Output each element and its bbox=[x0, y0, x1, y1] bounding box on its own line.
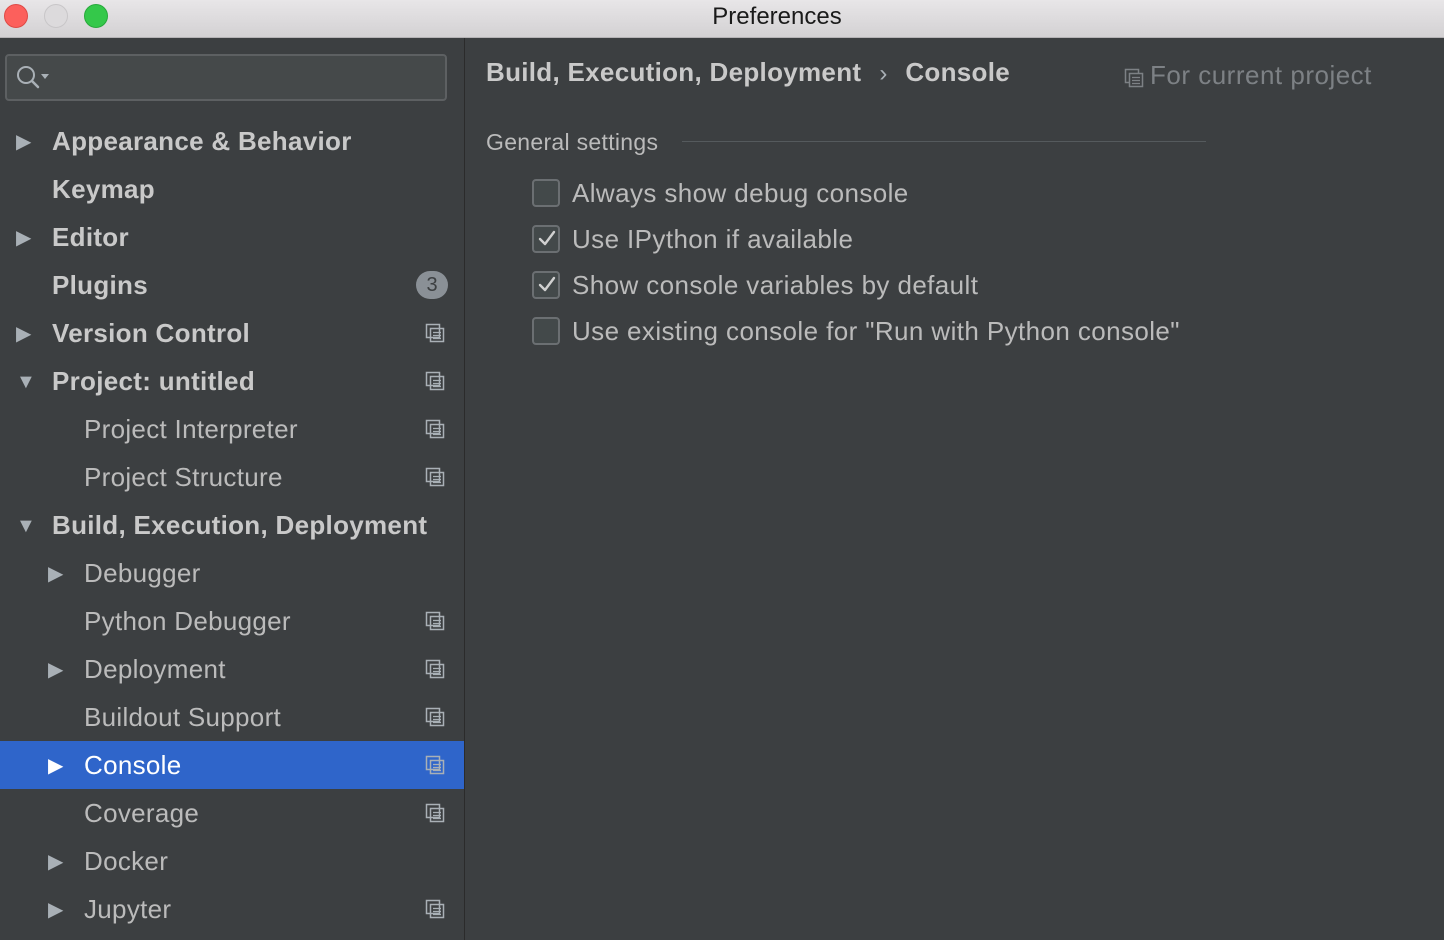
option-label: Always show debug console bbox=[572, 178, 909, 208]
settings-sidebar: ▶ Appearance & Behavior Keymap ▶ Editor Plugi… bbox=[0, 38, 465, 940]
collapsed-arrow-icon[interactable]: ▶ bbox=[16, 323, 38, 345]
sidebar-item-label: Appearance & Behavior bbox=[52, 126, 352, 156]
search-icon[interactable] bbox=[15, 64, 51, 92]
sidebar-item-jupyter[interactable]: ▶ Jupyter bbox=[0, 885, 464, 933]
scope-label: For current project bbox=[1150, 60, 1372, 90]
breadcrumb-separator-icon: › bbox=[879, 60, 888, 87]
breadcrumb-parent[interactable]: Build, Execution, Deployment bbox=[486, 57, 861, 87]
sidebar-item-buildout-support[interactable]: Buildout Support bbox=[0, 693, 464, 741]
sidebar-item-keymap[interactable]: Keymap bbox=[0, 165, 464, 213]
window-title: Preferences bbox=[712, 3, 842, 30]
sidebar-item-label: Plugins bbox=[52, 270, 148, 300]
sidebar-item-appearance-behavior[interactable]: ▶ Appearance & Behavior bbox=[0, 117, 464, 165]
collapsed-arrow-icon[interactable]: ▶ bbox=[48, 659, 70, 681]
sidebar-item-plugins[interactable]: Plugins 3 bbox=[0, 261, 464, 309]
sidebar-item-project-structure[interactable]: Project Structure bbox=[0, 453, 464, 501]
collapsed-arrow-icon[interactable]: ▶ bbox=[48, 755, 70, 777]
project-scope-icon bbox=[425, 803, 445, 823]
project-scope-icon bbox=[425, 707, 445, 727]
sidebar-item-coverage[interactable]: Coverage bbox=[0, 789, 464, 837]
sidebar-item-label: Coverage bbox=[84, 798, 200, 828]
settings-search-box[interactable] bbox=[5, 54, 447, 101]
project-scope-icon bbox=[425, 419, 445, 439]
checked-checkbox[interactable] bbox=[532, 271, 560, 299]
sidebar-item-label: Editor bbox=[52, 222, 129, 252]
sidebar-item-label: Project Interpreter bbox=[84, 414, 298, 444]
collapsed-arrow-icon[interactable]: ▶ bbox=[48, 563, 70, 585]
collapsed-arrow-icon[interactable]: ▶ bbox=[16, 227, 38, 249]
sidebar-item-label: Build, Execution, Deployment bbox=[52, 510, 428, 540]
option-label: Use IPython if available bbox=[572, 224, 854, 254]
update-count-badge: 3 bbox=[416, 271, 448, 299]
sidebar-item-label: Python Debugger bbox=[84, 606, 291, 636]
expanded-arrow-icon[interactable]: ▼ bbox=[16, 515, 38, 537]
sidebar-item-label: Console bbox=[84, 750, 182, 780]
project-scope-icon bbox=[425, 611, 445, 631]
sidebar-item-label: Deployment bbox=[84, 654, 226, 684]
sidebar-item-python-debugger[interactable]: Python Debugger bbox=[0, 597, 464, 645]
expanded-arrow-icon[interactable]: ▼ bbox=[16, 371, 38, 393]
collapsed-arrow-icon[interactable]: ▶ bbox=[48, 899, 70, 921]
sidebar-item-label: Debugger bbox=[84, 558, 201, 588]
sidebar-item-project-interpreter[interactable]: Project Interpreter bbox=[0, 405, 464, 453]
project-scope-icon bbox=[425, 323, 445, 343]
sidebar-item-deployment[interactable]: ▶ Deployment bbox=[0, 645, 464, 693]
sidebar-item-project-untitled[interactable]: ▼ Project: untitled bbox=[0, 357, 464, 405]
sidebar-item-build-execution-deployment[interactable]: ▼ Build, Execution, Deployment bbox=[0, 501, 464, 549]
general-settings-section: General settings bbox=[486, 126, 1206, 158]
sidebar-item-docker[interactable]: ▶ Docker bbox=[0, 837, 464, 885]
project-scope-icon bbox=[425, 371, 445, 391]
project-scope-icon bbox=[425, 755, 445, 775]
sidebar-item-debugger[interactable]: ▶ Debugger bbox=[0, 549, 464, 597]
sidebar-item-version-control[interactable]: ▶ Version Control bbox=[0, 309, 464, 357]
title-bar: Preferences bbox=[0, 0, 1444, 38]
unchecked-checkbox[interactable] bbox=[532, 317, 560, 345]
project-scope-icon bbox=[1124, 68, 1144, 88]
sidebar-item-label: Version Control bbox=[52, 318, 251, 348]
collapsed-arrow-icon[interactable]: ▶ bbox=[48, 851, 70, 873]
sidebar-item-label: Docker bbox=[84, 846, 169, 876]
sidebar-item-label: Buildout Support bbox=[84, 702, 282, 732]
sidebar-item-label: Project Structure bbox=[84, 462, 283, 492]
project-scope-icon bbox=[425, 467, 445, 487]
scope-indicator: For current project bbox=[1124, 58, 1372, 92]
settings-content: Build, Execution, Deployment › Console For… bbox=[466, 38, 1444, 940]
checked-checkbox[interactable] bbox=[532, 225, 560, 253]
project-scope-icon bbox=[425, 899, 445, 919]
breadcrumb-current: Console bbox=[905, 57, 1011, 87]
breadcrumb: Build, Execution, Deployment › Console bbox=[486, 55, 1010, 89]
section-title: General settings bbox=[486, 129, 671, 155]
settings-tree: ▶ Appearance & Behavior Keymap ▶ Editor Plugi… bbox=[0, 117, 464, 933]
section-divider bbox=[682, 141, 1206, 142]
collapsed-arrow-icon[interactable]: ▶ bbox=[16, 131, 38, 153]
unchecked-checkbox[interactable] bbox=[532, 179, 560, 207]
sidebar-item-label: Project: untitled bbox=[52, 366, 255, 396]
search-input[interactable] bbox=[55, 60, 435, 94]
sidebar-item-console[interactable]: ▶ Console bbox=[0, 741, 464, 789]
option-label: Show console variables by default bbox=[572, 270, 979, 300]
option-label: Use existing console for "Run with Pytho… bbox=[572, 316, 1180, 346]
sidebar-item-label: Keymap bbox=[52, 174, 155, 204]
project-scope-icon bbox=[425, 659, 445, 679]
sidebar-item-label: Jupyter bbox=[84, 894, 172, 924]
sidebar-item-editor[interactable]: ▶ Editor bbox=[0, 213, 464, 261]
